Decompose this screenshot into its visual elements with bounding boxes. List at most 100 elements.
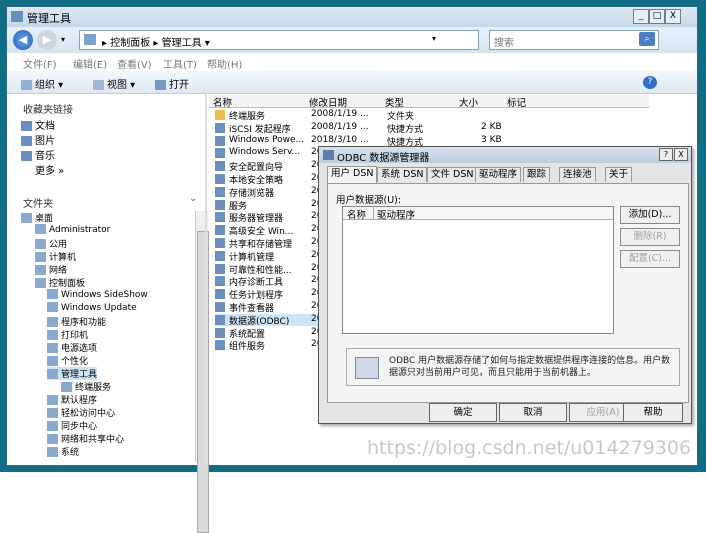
favorite-more[interactable]: 更多 » xyxy=(35,162,64,177)
menu-tools[interactable]: 工具(T) xyxy=(163,56,197,71)
tree-item-icon xyxy=(47,447,58,457)
tree-item[interactable]: 默认程序 xyxy=(47,393,97,406)
tree-item[interactable]: 公用 xyxy=(35,237,67,250)
pane-splitter[interactable] xyxy=(205,93,207,465)
tree-item-label: Windows Update xyxy=(61,303,137,313)
search-icon[interactable]: ⌕ xyxy=(639,32,655,46)
dialog-help-button[interactable]: ? xyxy=(659,148,673,161)
documents-icon xyxy=(21,121,32,131)
folder-icon xyxy=(11,11,23,22)
tree-item-icon xyxy=(35,265,46,275)
organize-button[interactable]: 组织 ▾ xyxy=(21,76,63,91)
ok-button[interactable]: 确定 xyxy=(429,403,497,422)
cell-name: Windows Serv... xyxy=(229,147,301,158)
tab-user-dsn[interactable]: 用户 DSN xyxy=(327,166,378,183)
tab-system-dsn[interactable]: 系统 DSN xyxy=(377,167,428,182)
tree-item[interactable]: 计算机 xyxy=(35,250,76,263)
cancel-button[interactable]: 取消 xyxy=(499,403,567,422)
menu-help[interactable]: 帮助(H) xyxy=(207,56,242,71)
list-header: 名称 修改日期 类型 大小 标记 xyxy=(209,95,649,109)
tree-item[interactable]: 网络 xyxy=(35,263,67,276)
open-label: 打开 xyxy=(169,80,189,91)
tree-item[interactable]: 程序和功能 xyxy=(47,315,106,328)
shortcut-icon xyxy=(215,148,225,159)
dsn-column-name[interactable]: 名称 xyxy=(347,207,366,221)
tree-item[interactable]: 个性化 xyxy=(47,354,88,367)
tab-file-dsn[interactable]: 文件 DSN xyxy=(427,167,478,182)
tree-item[interactable]: 终端服务 xyxy=(61,380,111,393)
tree-item[interactable]: 电源选项 xyxy=(47,341,97,354)
title-bar: 管理工具 _ □ X xyxy=(7,7,697,27)
menu-bar: 文件(F) 编辑(E) 查看(V) 工具(T) 帮助(H) xyxy=(7,54,697,71)
minimize-button[interactable]: _ xyxy=(633,9,649,24)
column-date[interactable]: 修改日期 xyxy=(309,95,347,109)
open-icon xyxy=(155,80,166,90)
back-arrow-icon[interactable]: ◀ xyxy=(13,30,33,50)
column-size[interactable]: 大小 xyxy=(459,95,478,109)
tree-item[interactable]: 轻松访问中心 xyxy=(47,406,115,419)
help-icon[interactable]: ? xyxy=(643,76,657,89)
favorite-music[interactable]: 音乐 xyxy=(21,147,55,162)
shortcut-icon xyxy=(215,135,225,146)
folders-title: 文件夹 xyxy=(23,199,53,210)
cell-name: 共享和存储管理 xyxy=(229,240,293,250)
cell-name: 数据源(ODBC) xyxy=(229,316,290,327)
navigation-pane: 收藏夹链接 文档 图片 音乐 更多 » 文件夹 ⌄ 桌面 Administrato… xyxy=(17,97,209,533)
maximize-button[interactable]: □ xyxy=(649,9,665,24)
tree-item-label: 默认程序 xyxy=(61,396,98,406)
address-bar[interactable]: ▸ 控制面板 ▸ 管理工具 ▾ ▾ ↻ xyxy=(79,30,542,50)
search-box[interactable]: 搜索 xyxy=(489,30,659,50)
shortcut-icon xyxy=(215,302,225,312)
shortcut-icon xyxy=(215,110,225,120)
tab-about[interactable]: 关于 xyxy=(605,167,633,182)
dialog-help-action-button[interactable]: 帮助 xyxy=(623,403,683,422)
column-name[interactable]: 名称 xyxy=(213,95,232,109)
views-button[interactable]: 视图 ▾ xyxy=(93,76,135,91)
folders-collapse-icon[interactable]: ⌄ xyxy=(189,193,197,204)
column-tags[interactable]: 标记 xyxy=(507,95,526,109)
dsn-column-driver[interactable]: 驱动程序 xyxy=(377,207,415,221)
tree-item-label: Administrator xyxy=(49,225,111,235)
tree-item-label: 终端服务 xyxy=(75,383,112,393)
chevron-down-icon[interactable]: ▾ xyxy=(61,35,65,44)
forward-arrow-icon[interactable]: ▶ xyxy=(37,30,57,50)
menu-view[interactable]: 查看(V) xyxy=(117,56,152,71)
table-row[interactable]: 终端服务 2008/1/19 ... 文件夹 xyxy=(215,109,635,122)
configure-button[interactable]: 配置(C)... xyxy=(620,250,680,268)
tab-connection-pooling[interactable]: 连接池 xyxy=(559,167,596,182)
remove-button[interactable]: 删除(R) xyxy=(620,228,680,246)
tree-item[interactable]: 控制面板 xyxy=(35,276,85,289)
tree-item-icon xyxy=(47,434,58,444)
favorites-title: 收藏夹链接 xyxy=(23,105,73,116)
nav-scroll-thumb[interactable] xyxy=(197,231,209,533)
command-bar: 组织 ▾ 视图 ▾ 打开 ? xyxy=(7,71,697,94)
favorite-pictures[interactable]: 图片 xyxy=(21,132,55,147)
user-dsn-list[interactable]: 名称 驱动程序 xyxy=(342,206,614,334)
column-type[interactable]: 类型 xyxy=(385,95,404,109)
table-row[interactable]: iSCSI 发起程序 2008/1/19 ... 快捷方式 2 KB xyxy=(215,122,635,135)
address-dropdown-icon[interactable]: ▾ xyxy=(432,34,436,43)
favorite-documents[interactable]: 文档 xyxy=(21,117,55,132)
menu-file[interactable]: 文件(F) xyxy=(23,56,57,71)
menu-edit[interactable]: 编辑(E) xyxy=(73,56,107,71)
tree-item[interactable]: 打印机 xyxy=(47,328,88,341)
shortcut-icon xyxy=(215,225,225,236)
shortcut-icon xyxy=(215,340,225,351)
close-button[interactable]: X xyxy=(665,9,681,24)
open-button[interactable]: 打开 xyxy=(155,76,189,91)
tree-item[interactable]: 桌面 xyxy=(21,211,53,224)
add-button[interactable]: 添加(D)... xyxy=(620,206,680,224)
tab-tracing[interactable]: 跟踪 xyxy=(523,167,551,182)
tree-item[interactable]: Windows SideShow xyxy=(47,289,148,300)
tree-item[interactable]: 系统 xyxy=(47,445,79,458)
tree-item[interactable]: Administrator xyxy=(35,224,110,235)
tab-drivers[interactable]: 驱动程序 xyxy=(475,167,522,182)
search-input[interactable]: 搜索 xyxy=(494,34,514,49)
tree-item[interactable]: 管理工具 xyxy=(47,367,98,380)
tree-item-label: 管理工具 xyxy=(61,370,98,380)
organize-icon xyxy=(21,80,32,90)
tree-item[interactable]: 同步中心 xyxy=(47,419,97,432)
tree-item[interactable]: 网络和共享中心 xyxy=(47,432,124,445)
dialog-close-button[interactable]: X xyxy=(674,148,688,161)
tree-item[interactable]: Windows Update xyxy=(47,302,137,313)
